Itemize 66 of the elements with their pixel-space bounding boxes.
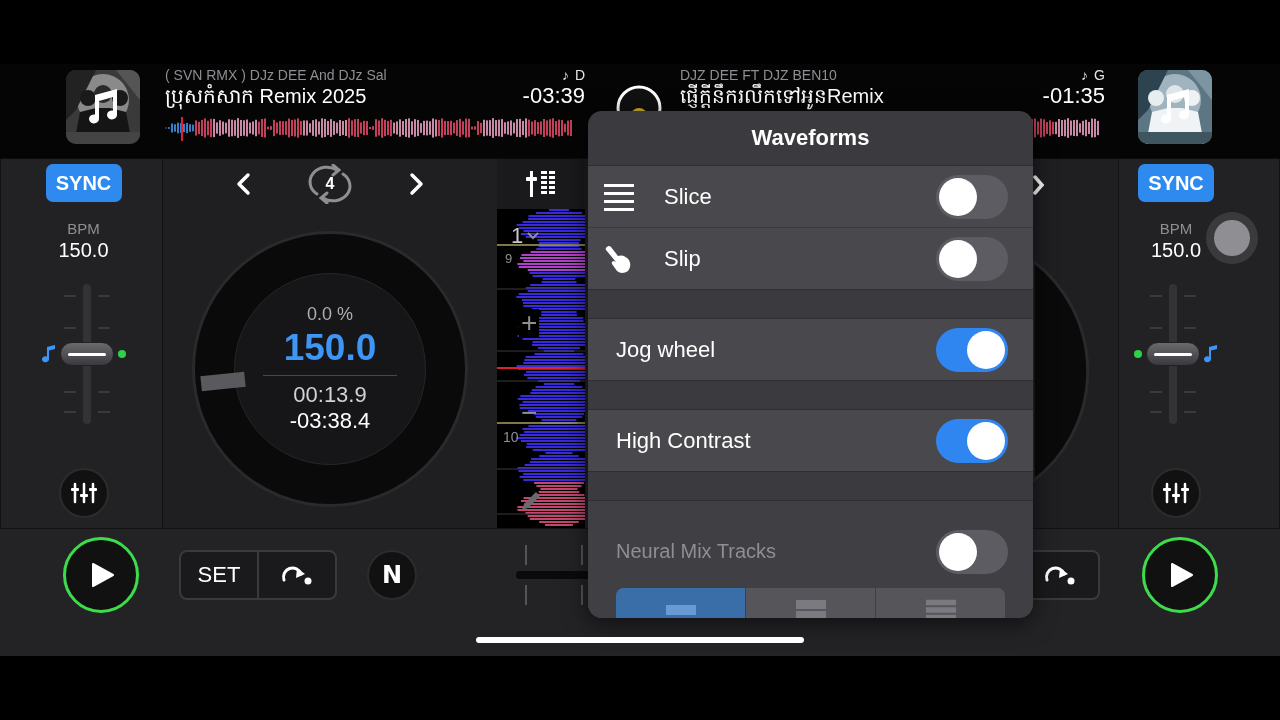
level-meter-icon[interactable]: [525, 169, 557, 199]
key-note-icon: ♪: [1081, 67, 1089, 83]
stacked-bars-icon: [925, 598, 956, 618]
bpm-label: BPM: [67, 220, 100, 237]
eq-button[interactable]: [58, 468, 109, 518]
bpm-label: BPM: [1159, 220, 1193, 237]
play-icon: [91, 562, 115, 588]
toggle-switch[interactable]: [936, 327, 1008, 372]
eq-button[interactable]: [1151, 468, 1201, 518]
play-icon: [1170, 562, 1194, 588]
artist-name: DJZ DEE FT DJZ BEN10: [680, 67, 837, 83]
remaining-time: -03:39: [522, 83, 585, 109]
artist-name: ( SVN RMX ) DJz DEE And DJz Sal: [165, 67, 387, 83]
toggle-switch[interactable]: [936, 174, 1008, 219]
setting-label: Jog wheel: [616, 336, 717, 363]
key-note-icon: ♪: [561, 67, 569, 83]
status-dot: [117, 350, 126, 358]
track-key: G: [1094, 67, 1105, 83]
vertical-waveform[interactable]: [497, 209, 585, 527]
fader-thumb[interactable]: [59, 342, 114, 366]
setting-label: Slice: [664, 183, 713, 210]
elapsed-time: 00:13.9: [293, 382, 367, 408]
loop-length: 4: [325, 175, 335, 193]
track-key: D: [574, 67, 585, 83]
toggle-switch[interactable]: [936, 236, 1008, 281]
chevron-left-icon[interactable]: [235, 172, 251, 196]
playhead-marker: [181, 117, 183, 141]
pitch-percent: 0.0 %: [307, 304, 353, 325]
chevron-right-icon[interactable]: [1033, 175, 1045, 195]
remaining-time: -01:35: [1042, 83, 1105, 109]
chevron-down-icon: [527, 232, 540, 240]
music-note-icon: [1159, 89, 1191, 125]
jog-wheel[interactable]: 0.0 % 150.0 00:13.9 -03:38.4: [192, 231, 468, 507]
beat-marker: 9: [505, 251, 513, 266]
equalizer-icon: [1163, 482, 1189, 504]
note-icon: [1204, 345, 1218, 363]
chevron-right-icon[interactable]: [409, 172, 425, 196]
bar-number[interactable]: 1: [511, 223, 524, 249]
track-title: ផ្ញើក្តីនឹករលឹកទៅអូនRemix: [680, 84, 884, 108]
status-dot: [1134, 350, 1142, 358]
setting-label: High Contrast: [616, 427, 752, 454]
zoom-in-button[interactable]: +: [519, 309, 540, 337]
bpm-value: 150.0: [58, 239, 109, 262]
loop-icon[interactable]: [307, 164, 353, 204]
fader-thumb[interactable]: [1146, 342, 1200, 366]
track-title: ប្រុសកំសាក Remix 2025: [165, 84, 367, 108]
pencil-icon[interactable]: [519, 489, 543, 513]
note-icon: [41, 345, 56, 363]
setting-label: Slip: [664, 245, 702, 272]
equalizer-icon: [70, 482, 97, 504]
jog-marker: [200, 371, 246, 392]
tempo-value: 150.0: [283, 327, 377, 369]
bpm-value: 150.0: [1150, 239, 1202, 262]
cue-icon: [1044, 564, 1076, 586]
time-left: -03:38.4: [289, 408, 371, 434]
toggle-switch[interactable]: [936, 418, 1008, 463]
cue-icon: [281, 564, 313, 586]
waveform-overview[interactable]: [165, 118, 572, 138]
beat-marker: 10: [503, 429, 519, 445]
popover-title: Waveforms: [751, 125, 870, 151]
music-note-icon: [87, 89, 119, 125]
setting-label: Neural Mix Tracks: [616, 540, 778, 563]
zoom-out-button[interactable]: −: [521, 397, 538, 429]
neural-mix-button[interactable]: N: [367, 550, 417, 600]
slice-lines-icon: [604, 182, 634, 211]
stacked-bars-icon: [795, 598, 826, 618]
